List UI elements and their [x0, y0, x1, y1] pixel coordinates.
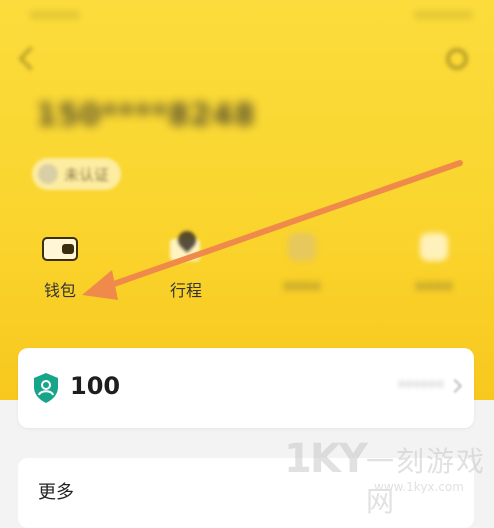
shield-user-icon [34, 373, 58, 403]
watermark-logo: 1KY [284, 436, 368, 482]
points-card[interactable]: 100 •••••• [18, 348, 474, 428]
points-card-right-text: •••••• [397, 378, 444, 393]
site-watermark: 1KY 一刻游戏网 www.1kyx.com [284, 432, 494, 518]
chevron-right-icon [447, 378, 463, 394]
more-section-title: 更多 [38, 482, 74, 503]
points-value: 100 [70, 372, 121, 400]
watermark-url: www.1kyx.com [374, 480, 464, 494]
